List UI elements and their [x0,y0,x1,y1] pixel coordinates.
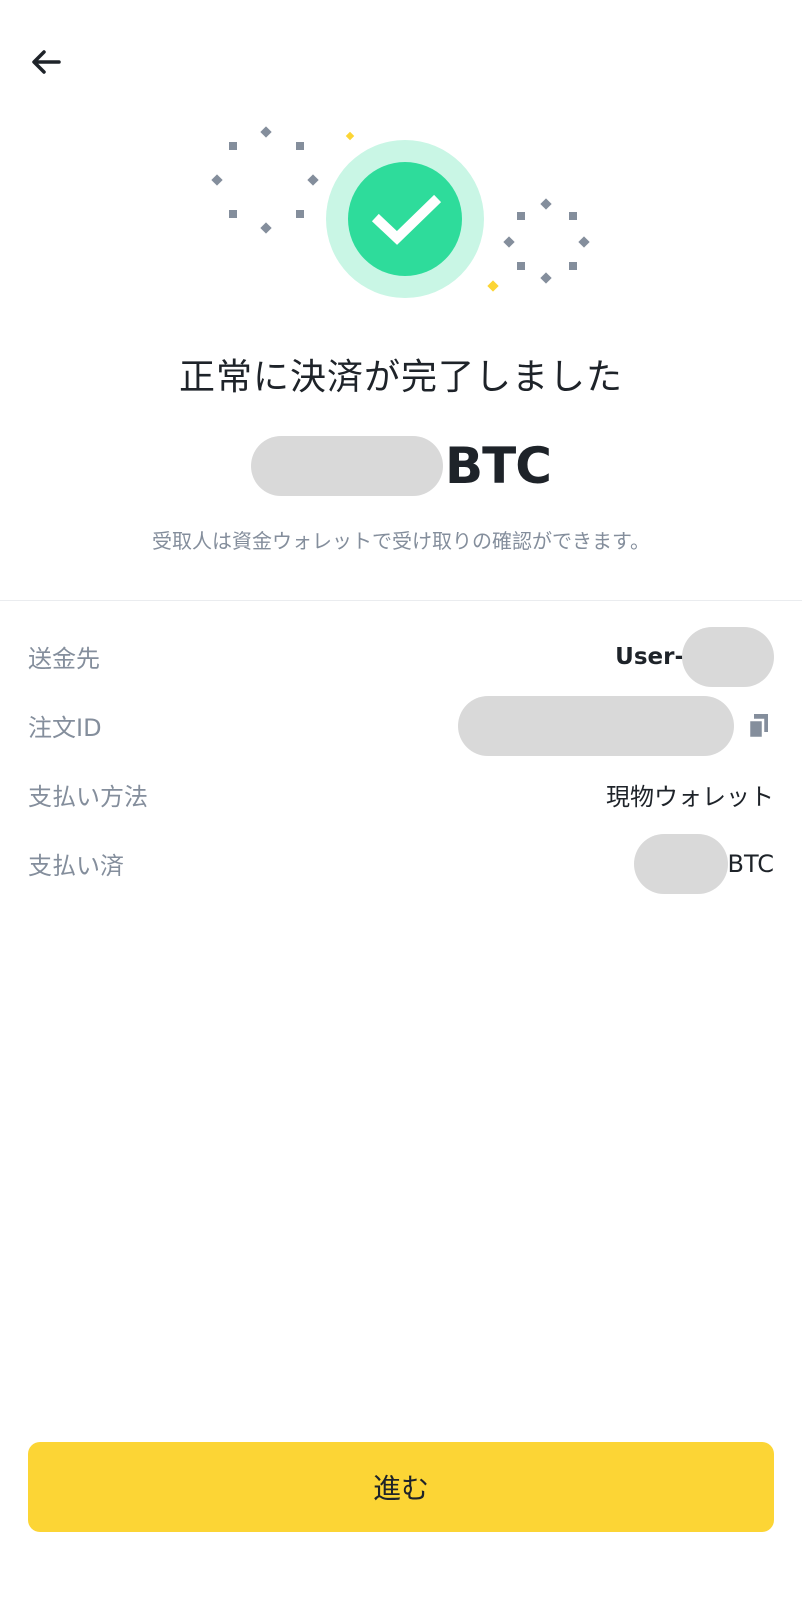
sparkle-yellow-bottom-icon [487,280,499,292]
paid-unit: BTC [727,849,774,878]
details-list: 送金先 User- 注文ID 支払い方法 現物ウォレット 支払い済 BTC [28,622,774,898]
continue-button[interactable]: 進む [28,1442,774,1532]
order-id-value [458,695,774,756]
detail-row-payment-method: 支払い方法 現物ウォレット [28,760,774,829]
copy-icon [747,713,768,739]
detail-row-order-id: 注文ID [28,691,774,760]
paid-value: BTC [633,833,774,894]
amount-redacted [251,436,444,496]
recipient-redacted [682,626,774,687]
amount-unit: BTC [445,437,552,495]
success-title: 正常に決済が完了しました [178,357,623,398]
recipient-prefix: User- [615,643,684,670]
divider [0,600,802,601]
payment-method-label: 支払い方法 [28,783,148,811]
paid-label: 支払い済 [28,852,124,880]
success-subtitle: 受取人は資金ウォレットで受け取りの確認ができます。 [152,529,650,553]
sparkle-right-icon [503,198,590,284]
arrow-left-icon [32,50,61,74]
success-illustration [0,120,802,310]
payment-method-value: 現物ウォレット [606,783,774,811]
order-id-redacted [458,695,734,756]
check-circle-icon [326,140,484,298]
sparkle-yellow-top-icon [345,131,355,141]
recipient-value: User- [615,626,774,687]
copy-button[interactable] [744,711,774,741]
sparkle-left-icon [211,126,319,234]
back-button[interactable] [26,42,66,82]
payment-success-screen: 正常に決済が完了しました BTC 受取人は資金ウォレットで受け取りの確認ができま… [0,0,802,1600]
detail-row-paid: 支払い済 BTC [28,829,774,898]
amount-display: BTC [0,434,802,498]
recipient-label: 送金先 [28,645,100,673]
detail-row-recipient: 送金先 User- [28,622,774,691]
paid-amount-redacted [633,833,728,894]
order-id-label: 注文ID [28,714,102,742]
